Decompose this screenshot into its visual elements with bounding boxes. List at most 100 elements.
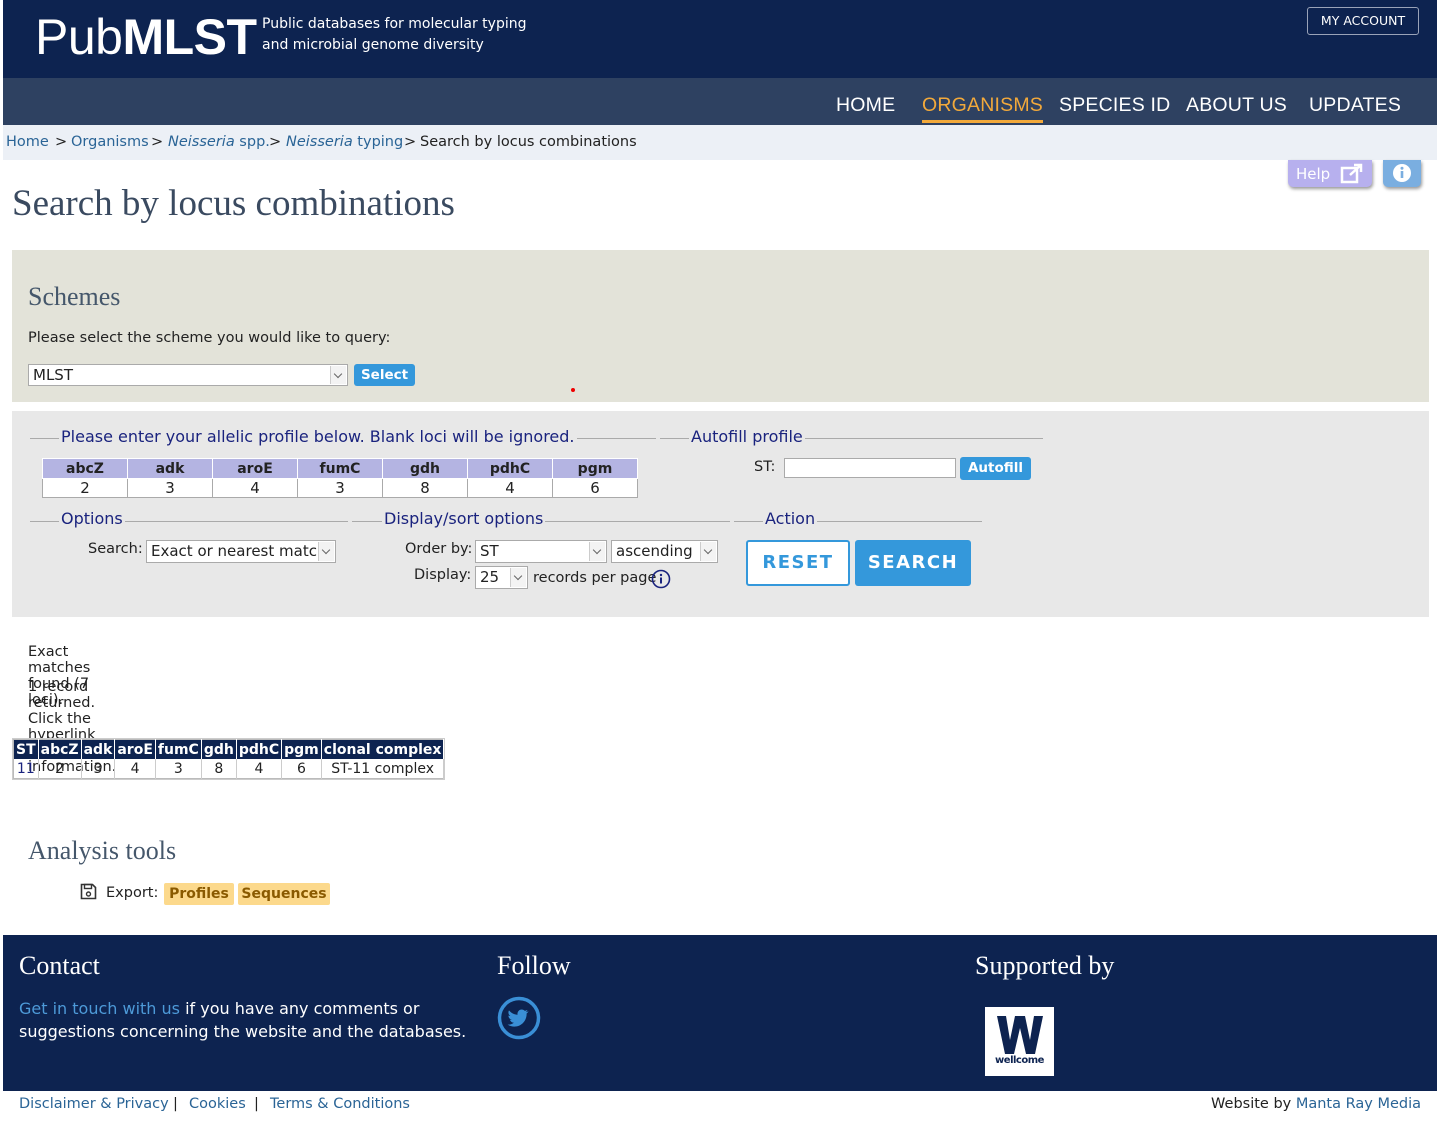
table-row: 11 2 3 4 3 8 4 6 ST-11 complex xyxy=(13,759,445,779)
tagline-line2: and microbial genome diversity xyxy=(262,37,484,53)
order-by-label: Order by: xyxy=(405,541,473,557)
autofill-button[interactable]: Autofill xyxy=(960,457,1031,480)
breadcrumb-genus: Neisseria xyxy=(286,134,353,150)
help-button[interactable]: Help xyxy=(1288,160,1372,187)
st-input[interactable] xyxy=(784,458,956,478)
schemes-panel: Schemes Please select the scheme you wou… xyxy=(12,250,1429,402)
scheme-select[interactable]: MLST xyxy=(28,364,348,386)
contact-heading: Contact xyxy=(19,951,100,980)
st-link[interactable]: 11 xyxy=(17,761,35,777)
allelic-profile-table: abcZ adk aroE fumC gdh pdhC pgm 2343846 xyxy=(42,458,638,498)
nav-species-id[interactable]: SPECIES ID xyxy=(1059,94,1170,117)
results-cell: ST-11 complex xyxy=(321,759,445,779)
info-circle-icon[interactable] xyxy=(651,569,671,589)
terms-link[interactable]: Terms & Conditions xyxy=(270,1096,410,1112)
locus-input-abcZ[interactable]: 2 xyxy=(42,478,128,498)
locus-header-pdhC: pdhC xyxy=(467,458,553,479)
pubmlst-logo[interactable]: PubMLST xyxy=(35,8,257,66)
reset-button[interactable]: RESET xyxy=(746,540,850,586)
contact-text-2: suggestions concerning the website and t… xyxy=(19,1022,467,1041)
results-column-header[interactable]: pgm xyxy=(281,739,322,759)
locus-input-pdhC[interactable]: 4 xyxy=(467,478,553,498)
records-per-page-select[interactable]: 25 xyxy=(475,566,528,589)
breadcrumb-neisseria-typing[interactable]: Neisseria typing xyxy=(286,134,403,150)
search-button[interactable]: SEARCH xyxy=(855,540,971,586)
wellcome-w-mark xyxy=(997,1016,1043,1054)
scheme-select-button[interactable]: Select xyxy=(354,364,415,386)
divider: | xyxy=(173,1096,178,1112)
locus-input-gdh[interactable]: 8 xyxy=(382,478,468,498)
results-header-row: ST abcZ adk aroE fumC gdh pdhC pgm clonal comple… xyxy=(13,739,445,759)
external-link-icon xyxy=(1340,163,1363,184)
locus-input-fumC[interactable]: 3 xyxy=(297,478,383,498)
main-nav: HOME ORGANISMS SPECIES ID ABOUT US UPDAT… xyxy=(3,78,1437,125)
breadcrumb-organisms[interactable]: Organisms xyxy=(71,134,149,150)
results-cell: 3 xyxy=(81,759,116,779)
breadcrumb: Home > Organisms > Neisseria spp. > Neis… xyxy=(3,125,1437,160)
locus-header-adk: adk xyxy=(127,458,213,479)
locus-input-aroE[interactable]: 4 xyxy=(212,478,298,498)
contact-link[interactable]: Get in touch with us xyxy=(19,999,180,1018)
locus-header-abcZ: abcZ xyxy=(42,458,128,479)
nav-home[interactable]: HOME xyxy=(836,94,895,117)
results-column-header[interactable]: abcZ xyxy=(38,739,82,759)
locus-input-pgm[interactable]: 6 xyxy=(552,478,638,498)
chevron-down-icon xyxy=(330,366,346,384)
sort-direction-select[interactable]: ascending xyxy=(611,540,718,563)
breadcrumb-home[interactable]: Home xyxy=(6,134,49,150)
locus-header-fumC: fumC xyxy=(297,458,383,479)
my-account-button[interactable]: MY ACCOUNT xyxy=(1307,7,1419,35)
search-mode-value: Exact or nearest match xyxy=(151,542,327,560)
locus-header-gdh: gdh xyxy=(382,458,468,479)
save-icon xyxy=(80,883,97,900)
action-legend: Action xyxy=(763,509,818,528)
nav-organisms[interactable]: ORGANISMS xyxy=(922,94,1043,123)
breadcrumb-current: Search by locus combinations xyxy=(420,134,637,150)
options-legend: Options xyxy=(59,509,125,528)
results-cell[interactable]: 11 xyxy=(13,759,39,779)
results-cell: 4 xyxy=(114,759,156,779)
results-table: ST abcZ adk aroE fumC gdh pdhC pgm clonal comple… xyxy=(11,738,446,780)
scheme-selected-value: MLST xyxy=(33,366,73,384)
export-sequences-button[interactable]: Sequences xyxy=(238,883,330,905)
locus-header-aroE: aroE xyxy=(212,458,298,479)
search-mode-label: Search: xyxy=(88,541,143,557)
cursor-dot xyxy=(571,388,575,392)
display-label: Display: xyxy=(414,567,472,583)
order-by-select[interactable]: ST xyxy=(475,540,607,563)
website-credit: Website by Manta Ray Media xyxy=(1211,1096,1421,1112)
breadcrumb-separator: > xyxy=(269,134,282,150)
manta-ray-link[interactable]: Manta Ray Media xyxy=(1296,1096,1421,1112)
query-form: Please enter your allelic profile below.… xyxy=(12,411,1429,617)
results-column-header[interactable]: ST xyxy=(13,739,39,759)
results-cell: 4 xyxy=(236,759,283,779)
results-column-header[interactable]: pdhC xyxy=(236,739,283,759)
wellcome-logo[interactable]: wellcome xyxy=(985,1007,1054,1076)
breadcrumb-spp: spp. xyxy=(234,134,270,150)
breadcrumb-typing: typing xyxy=(352,134,404,150)
schemes-heading: Schemes xyxy=(28,282,121,311)
export-profiles-button[interactable]: Profiles xyxy=(164,883,234,905)
results-column-header[interactable]: aroE xyxy=(114,739,156,759)
breadcrumb-neisseria-spp[interactable]: Neisseria spp. xyxy=(168,134,270,150)
search-mode-select[interactable]: Exact or nearest match xyxy=(146,540,336,563)
info-button[interactable] xyxy=(1383,160,1421,187)
results-column-header[interactable]: clonal complex xyxy=(321,739,445,759)
results-column-header[interactable]: gdh xyxy=(201,739,237,759)
sort-direction-value: ascending xyxy=(616,542,693,560)
results-cell: 6 xyxy=(281,759,322,779)
results-column-header[interactable]: fumC xyxy=(155,739,202,759)
nav-updates[interactable]: UPDATES xyxy=(1309,94,1401,117)
disclaimer-link[interactable]: Disclaimer & Privacy xyxy=(19,1096,169,1112)
cookies-link[interactable]: Cookies xyxy=(189,1096,246,1112)
footer: Contact Get in touch with us if you have… xyxy=(3,935,1437,1091)
chevron-down-icon xyxy=(318,542,334,561)
analysis-heading: Analysis tools xyxy=(28,836,177,865)
profile-legend: Please enter your allelic profile below.… xyxy=(59,427,577,446)
twitter-icon[interactable] xyxy=(497,996,541,1040)
locus-input-adk[interactable]: 3 xyxy=(127,478,213,498)
nav-about-us[interactable]: ABOUT US xyxy=(1186,94,1287,117)
scheme-prompt: Please select the scheme you would like … xyxy=(28,330,391,346)
locus-header-pgm: pgm xyxy=(552,458,638,479)
results-column-header[interactable]: adk xyxy=(81,739,116,759)
